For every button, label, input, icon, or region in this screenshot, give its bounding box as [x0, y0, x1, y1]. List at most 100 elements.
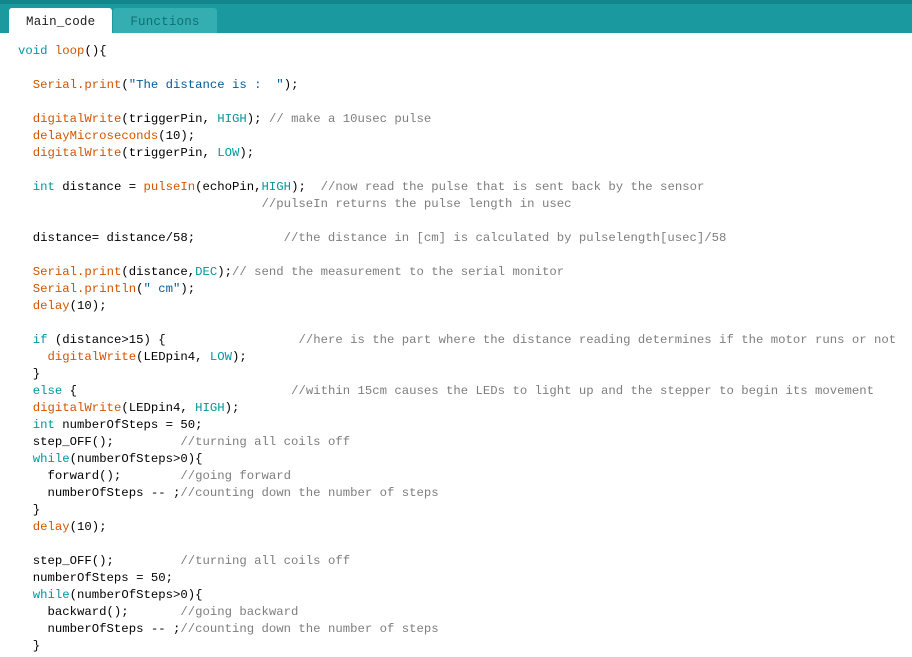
- code-token-fn: pulseIn: [143, 180, 196, 194]
- code-token-kw: int: [32, 418, 55, 432]
- code-line: distance= distance/58; //the distance in…: [0, 230, 912, 247]
- code-token-pl: );: [217, 265, 233, 279]
- code-token-kw: while: [32, 452, 70, 466]
- code-token-fn: delay: [32, 299, 70, 313]
- code-line: step_OFF(); //turning all coils off: [0, 434, 912, 451]
- code-line: int numberOfSteps = 50;: [0, 417, 912, 434]
- code-token-cmt: //pulseIn returns the pulse length in us…: [261, 197, 572, 211]
- code-token-pl: );: [224, 401, 240, 415]
- code-token-pl: );: [291, 180, 321, 194]
- code-token-pl: (triggerPin,: [121, 146, 218, 160]
- code-line: numberOfSteps = 50;: [0, 570, 912, 587]
- code-token-pl: );: [239, 146, 255, 160]
- code-token-fn: delayMicroseconds: [32, 129, 159, 143]
- code-line: }: [0, 638, 912, 655]
- code-line: numberOfSteps -- ;//counting down the nu…: [0, 621, 912, 638]
- code-line: digitalWrite(triggerPin, HIGH); // make …: [0, 111, 912, 128]
- tab-main-code-label: Main_code: [26, 15, 96, 29]
- code-token-cmt: //the distance in [cm] is calculated by …: [283, 231, 727, 245]
- code-token-fn: .println: [77, 282, 137, 296]
- code-token-pl: {: [62, 384, 292, 398]
- code-token-fn: .print: [77, 78, 122, 92]
- code-token-cmt: // make a 10usec pulse: [268, 112, 432, 126]
- code-token-pl: );: [283, 78, 299, 92]
- code-token-pl: numberOfSteps = 50;: [54, 418, 203, 432]
- code-line: if (distance>15) { //here is the part wh…: [0, 332, 912, 349]
- code-token-pl: numberOfSteps = 50;: [18, 571, 173, 585]
- code-token-fn: loop: [54, 44, 85, 58]
- code-token-pl: step_OFF();: [18, 554, 181, 568]
- code-token-fn2: Serial: [32, 78, 78, 92]
- code-token-kw: else: [32, 384, 63, 398]
- code-token-pl: (10);: [69, 520, 107, 534]
- code-token-fn: digitalWrite: [32, 401, 122, 415]
- code-token-pl: distance= distance/58;: [18, 231, 284, 245]
- code-token-fn: .print: [77, 265, 122, 279]
- code-token-cmt: //within 15cm causes the LEDs to light u…: [291, 384, 875, 398]
- code-text[interactable]: void loop(){ Serial.print("The distance …: [0, 43, 912, 655]
- code-token-pl: );: [180, 282, 196, 296]
- code-line: delay(10);: [0, 298, 912, 315]
- code-token-str: " cm": [143, 282, 181, 296]
- code-line: else { //within 15cm causes the LEDs to …: [0, 383, 912, 400]
- code-token-pl: }: [18, 639, 41, 653]
- code-token-cmt: //counting down the number of steps: [180, 486, 439, 500]
- code-line: step_OFF(); //turning all coils off: [0, 553, 912, 570]
- code-token-cmt: //counting down the number of steps: [180, 622, 439, 636]
- code-token-kw: if: [32, 333, 48, 347]
- code-token-fn2: Serial: [32, 282, 78, 296]
- code-token-fn: digitalWrite: [47, 350, 137, 364]
- code-line: delay(10);: [0, 519, 912, 536]
- code-editor[interactable]: void loop(){ Serial.print("The distance …: [0, 33, 912, 657]
- code-line: backward(); //going backward: [0, 604, 912, 621]
- code-line: while(numberOfSteps>0){: [0, 451, 912, 468]
- code-token-pl: distance =: [54, 180, 144, 194]
- code-token-pl: (numberOfSteps>0){: [69, 588, 203, 602]
- code-token-pl: (numberOfSteps>0){: [69, 452, 203, 466]
- code-token-cmt: //turning all coils off: [180, 435, 351, 449]
- code-token-pl: (){: [84, 44, 107, 58]
- code-token-str: "The distance is : ": [128, 78, 284, 92]
- code-token-fn2: Serial: [32, 265, 78, 279]
- code-line: digitalWrite(triggerPin, LOW);: [0, 145, 912, 162]
- code-token-lit: HIGH: [217, 112, 247, 126]
- code-token-pl: (distance>15) {: [47, 333, 299, 347]
- code-token-cmt: //turning all coils off: [180, 554, 351, 568]
- code-line: }: [0, 502, 912, 519]
- code-token-pl: (triggerPin,: [121, 112, 218, 126]
- code-token-pl: step_OFF();: [18, 435, 181, 449]
- code-token-pl: (LEDpin4,: [121, 401, 196, 415]
- code-line: void loop(){: [0, 43, 912, 60]
- code-token-pl: (distance,: [121, 265, 196, 279]
- code-line: Serial.print(distance,DEC);// send the m…: [0, 264, 912, 281]
- sketch-tab-bar: Main_code Functions: [0, 0, 912, 37]
- arduino-ide-window: Main_code Functions void loop(){ Serial.…: [0, 0, 912, 657]
- code-line: digitalWrite(LEDpin4, LOW);: [0, 349, 912, 366]
- code-token-lit: LOW: [217, 146, 240, 160]
- code-token-lit: HIGH: [195, 401, 225, 415]
- code-token-pl: backward();: [18, 605, 181, 619]
- code-token-cmt: // send the measurement to the serial mo…: [232, 265, 565, 279]
- code-token-kw: while: [32, 588, 70, 602]
- code-token-cmt: //now read the pulse that is sent back b…: [320, 180, 705, 194]
- code-token-cmt: //going forward: [180, 469, 292, 483]
- code-line: int distance = pulseIn(echoPin,HIGH); //…: [0, 179, 912, 196]
- code-token-lit: LOW: [209, 350, 233, 364]
- code-line: forward(); //going forward: [0, 468, 912, 485]
